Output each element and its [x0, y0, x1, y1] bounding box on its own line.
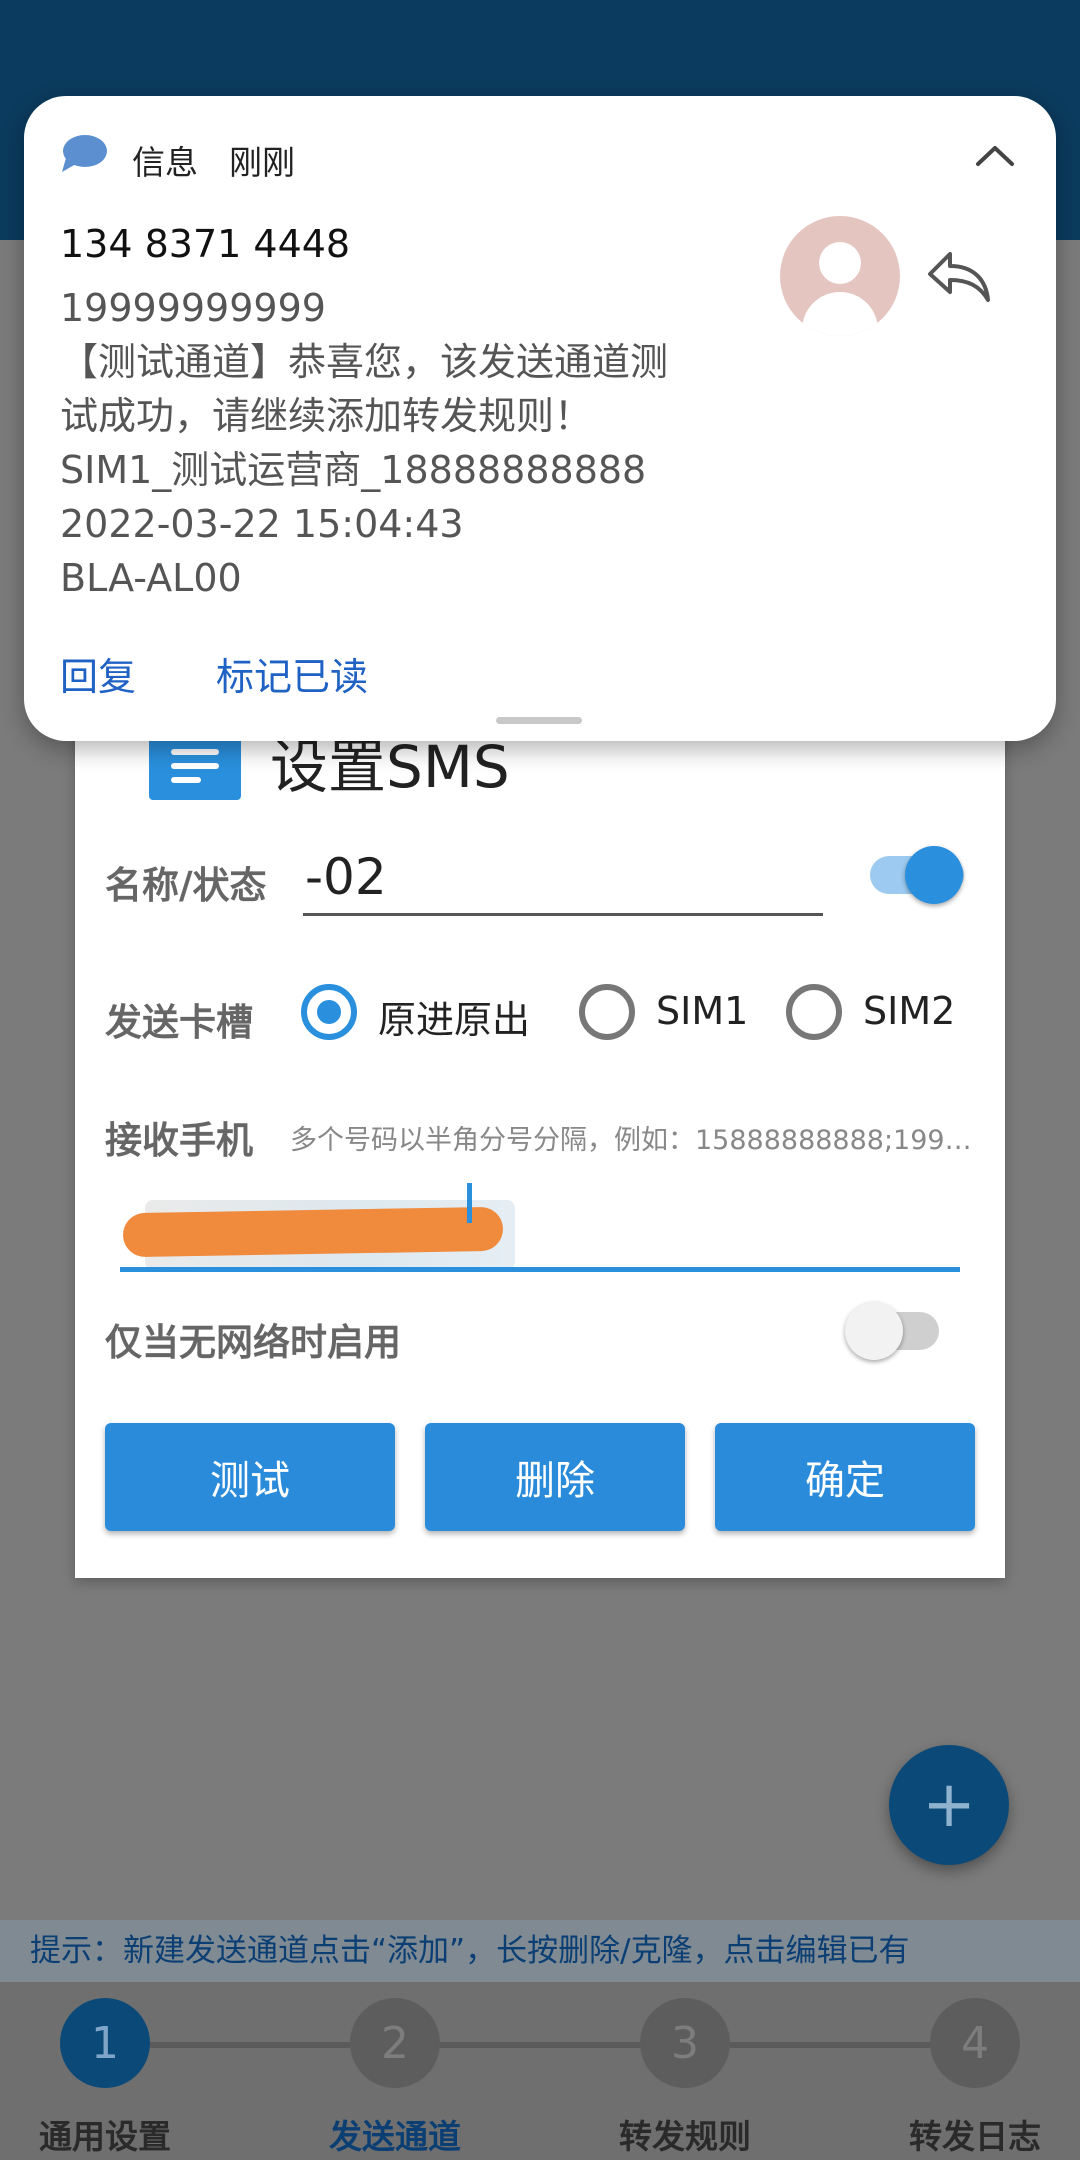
redaction-scribble [122, 1206, 504, 1258]
step-2-circle[interactable]: 2 [350, 1998, 440, 2088]
notification-app-name: 信息 [132, 143, 198, 182]
chevron-up-icon[interactable] [970, 132, 1020, 182]
notification-body-line: SIM1_测试运营商_18888888888 [60, 448, 647, 492]
notification-drag-handle[interactable] [496, 717, 582, 724]
offline-only-label: 仅当无网络时启用 [105, 1321, 401, 1364]
notification-sender: 134 8371 4448 [60, 222, 351, 266]
step-4-label[interactable]: 转发日志 [875, 2110, 1075, 2158]
hint-text: 提示：新建发送通道点击“添加”，长按删除/克隆，点击编辑已有 [0, 1920, 1080, 1982]
notification-body-line: BLA-AL00 [60, 556, 242, 600]
receive-phone-hint: 多个号码以半角分号分隔，例如：15888888888;19999999999 [290, 1125, 980, 1156]
text-cursor [467, 1183, 472, 1223]
name-input-underline [303, 913, 823, 916]
test-button[interactable]: 测试 [105, 1423, 395, 1531]
notification-body-line: 试成功，请继续添加转发规则！ [60, 394, 593, 438]
name-status-label: 名称/状态 [105, 864, 267, 907]
radio-unchecked-icon [786, 984, 842, 1040]
radio-label-original-slot: 原进原出 [378, 998, 531, 1042]
receive-phone-underline [120, 1267, 960, 1272]
notification-body: 19999999999 【测试通道】恭喜您，该发送通道测 试成功，请继续添加转发… [60, 281, 760, 605]
plus-icon: + [922, 1768, 976, 1842]
reply-action-button[interactable]: 回复 [60, 646, 136, 701]
bottom-stepper: 1 2 3 4 通用设置 发送通道 转发规则 转发日志 [0, 1982, 1080, 2160]
step-2-label[interactable]: 发送通道 [295, 2110, 495, 2158]
receive-phone-label: 接收手机 [105, 1119, 253, 1162]
radio-unchecked-icon [579, 984, 635, 1040]
notification-time: 刚刚 [229, 143, 295, 182]
step-3-circle[interactable]: 3 [640, 1998, 730, 2088]
mark-read-action-button[interactable]: 标记已读 [216, 646, 368, 701]
radio-label-sim2: SIM2 [863, 989, 956, 1033]
reply-icon[interactable] [924, 246, 994, 306]
person-avatar-icon [780, 216, 900, 336]
delete-button[interactable]: 删除 [425, 1423, 685, 1531]
step-1-label[interactable]: 通用设置 [5, 2110, 205, 2158]
confirm-button[interactable]: 确定 [715, 1423, 975, 1531]
notification-body-line: 2022-03-22 15:04:43 [60, 502, 464, 546]
send-slot-label: 发送卡槽 [105, 1001, 253, 1044]
sms-settings-dialog: 设置SMS 名称/状态 -02 发送卡槽 原进原出 SIM1 SIM2 接收手机… [75, 700, 1005, 1578]
message-bubble-icon [62, 135, 107, 172]
step-3-label[interactable]: 转发规则 [585, 2110, 785, 2158]
sms-notification-card[interactable]: 信息 刚刚 134 8371 4448 19999999999 【测试通道】恭喜… [24, 96, 1056, 741]
notification-body-line: 19999999999 [60, 286, 326, 330]
step-1-circle[interactable]: 1 [60, 1998, 150, 2088]
step-4-circle[interactable]: 4 [930, 1998, 1020, 2088]
notification-body-line: 【测试通道】恭喜您，该发送通道测 [60, 340, 669, 384]
add-channel-button[interactable]: + [889, 1745, 1009, 1865]
enable-switch-knob [905, 846, 963, 904]
name-input[interactable]: -02 [305, 848, 387, 906]
offline-switch-knob [845, 1302, 903, 1360]
radio-label-sim1: SIM1 [656, 989, 749, 1033]
radio-checked-icon [301, 984, 357, 1040]
